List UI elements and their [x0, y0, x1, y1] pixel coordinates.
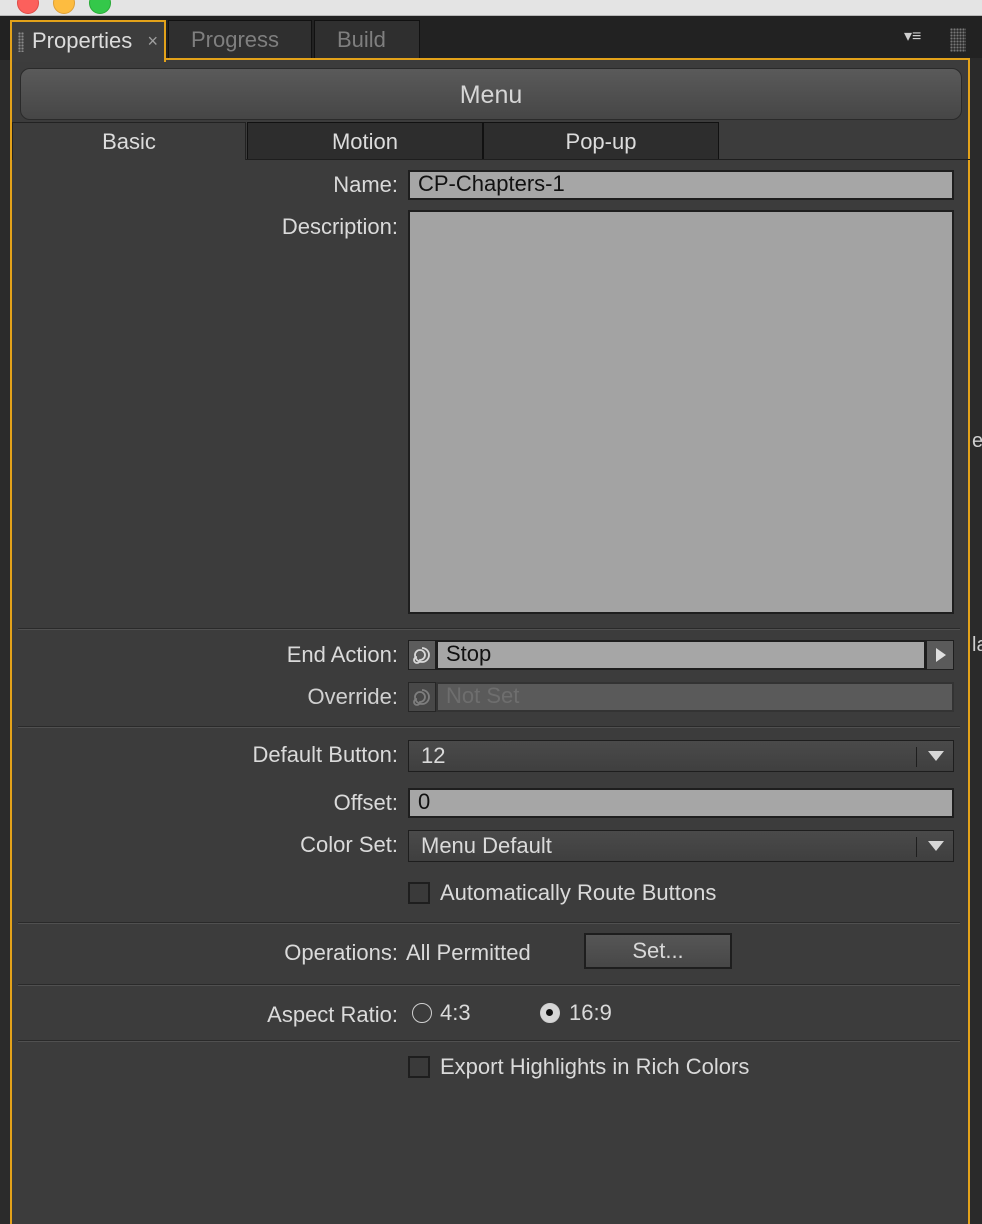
- operations-set-button[interactable]: Set...: [584, 933, 732, 969]
- zoom-window-button[interactable]: [89, 0, 111, 14]
- aspect-4-3-radio[interactable]: [412, 1003, 432, 1023]
- subtab-motion[interactable]: Motion: [247, 122, 483, 160]
- tab-properties[interactable]: Properties ×: [10, 20, 166, 62]
- clipped-text: er: [972, 430, 982, 452]
- tab-label: Build: [337, 27, 386, 52]
- end-action-label: End Action:: [286, 642, 398, 667]
- name-field[interactable]: CP-Chapters-1: [408, 170, 954, 200]
- section-divider: [18, 726, 960, 728]
- properties-panel: Menu Basic Motion Pop-up Name: CP-Chapte…: [10, 58, 970, 1224]
- drag-grip-icon[interactable]: [18, 32, 24, 52]
- section-divider: [18, 922, 960, 924]
- offset-label: Offset:: [333, 790, 398, 815]
- dropdown-value: Menu Default: [421, 833, 552, 858]
- close-icon[interactable]: ×: [147, 22, 158, 60]
- link-spiral-icon[interactable]: [408, 640, 436, 670]
- close-window-button[interactable]: [17, 0, 39, 14]
- auto-route-label: Automatically Route Buttons: [440, 880, 717, 905]
- panel-menu-icon[interactable]: ▾≡: [904, 28, 934, 46]
- aspect-16-9-label: 16:9: [569, 1000, 612, 1025]
- color-set-dropdown[interactable]: Menu Default: [408, 830, 954, 862]
- section-divider: [18, 984, 960, 986]
- subtab-divider: [246, 159, 970, 160]
- override-label: Override:: [307, 684, 398, 709]
- drag-grip-icon[interactable]: [950, 28, 966, 52]
- description-textarea[interactable]: [408, 210, 954, 614]
- dropdown-separator: [916, 747, 917, 767]
- description-label: Description:: [281, 214, 398, 239]
- link-spiral-icon: [408, 682, 436, 712]
- section-divider: [18, 628, 960, 630]
- subtab-basic[interactable]: Basic: [12, 122, 246, 160]
- aspect-4-3-label: 4:3: [440, 1000, 471, 1025]
- tab-build[interactable]: Build: [314, 20, 420, 60]
- tab-label: Properties: [32, 28, 133, 53]
- color-set-label: Color Set:: [300, 832, 398, 857]
- subtab-popup[interactable]: Pop-up: [483, 122, 719, 160]
- export-highlights-checkbox[interactable]: [408, 1056, 430, 1078]
- dropdown-separator: [916, 837, 917, 857]
- panel-tab-bar: Properties × Progress Build ▾≡: [0, 16, 982, 62]
- panel-title: Menu: [20, 68, 962, 120]
- minimize-window-button[interactable]: [53, 0, 75, 14]
- clipped-text: la: [972, 634, 982, 656]
- aspect-16-9-radio[interactable]: [540, 1003, 560, 1023]
- play-arrow-icon[interactable]: [926, 640, 954, 670]
- name-label: Name:: [333, 172, 398, 197]
- tab-progress[interactable]: Progress: [168, 20, 312, 60]
- aspect-ratio-label: Aspect Ratio:: [267, 1002, 398, 1027]
- tab-label: Progress: [191, 27, 280, 52]
- operations-value: All Permitted: [406, 940, 531, 965]
- auto-route-checkbox[interactable]: [408, 882, 430, 904]
- offset-field[interactable]: 0: [408, 788, 954, 818]
- override-field: Not Set: [436, 682, 954, 712]
- section-divider: [18, 1040, 960, 1042]
- end-action-field[interactable]: Stop: [436, 640, 926, 670]
- default-button-label: Default Button:: [252, 742, 398, 767]
- export-highlights-label: Export Highlights in Rich Colors: [440, 1054, 750, 1079]
- adjacent-panel-edge: er la: [970, 58, 982, 1224]
- default-button-dropdown[interactable]: 12: [408, 740, 954, 772]
- app-root: Properties × Progress Build ▾≡ er la Men…: [0, 0, 982, 1224]
- chevron-down-icon: [928, 841, 944, 851]
- operations-label: Operations:: [284, 940, 398, 965]
- window-titlebar: [0, 0, 982, 16]
- chevron-down-icon: [928, 751, 944, 761]
- dropdown-value: 12: [421, 743, 446, 768]
